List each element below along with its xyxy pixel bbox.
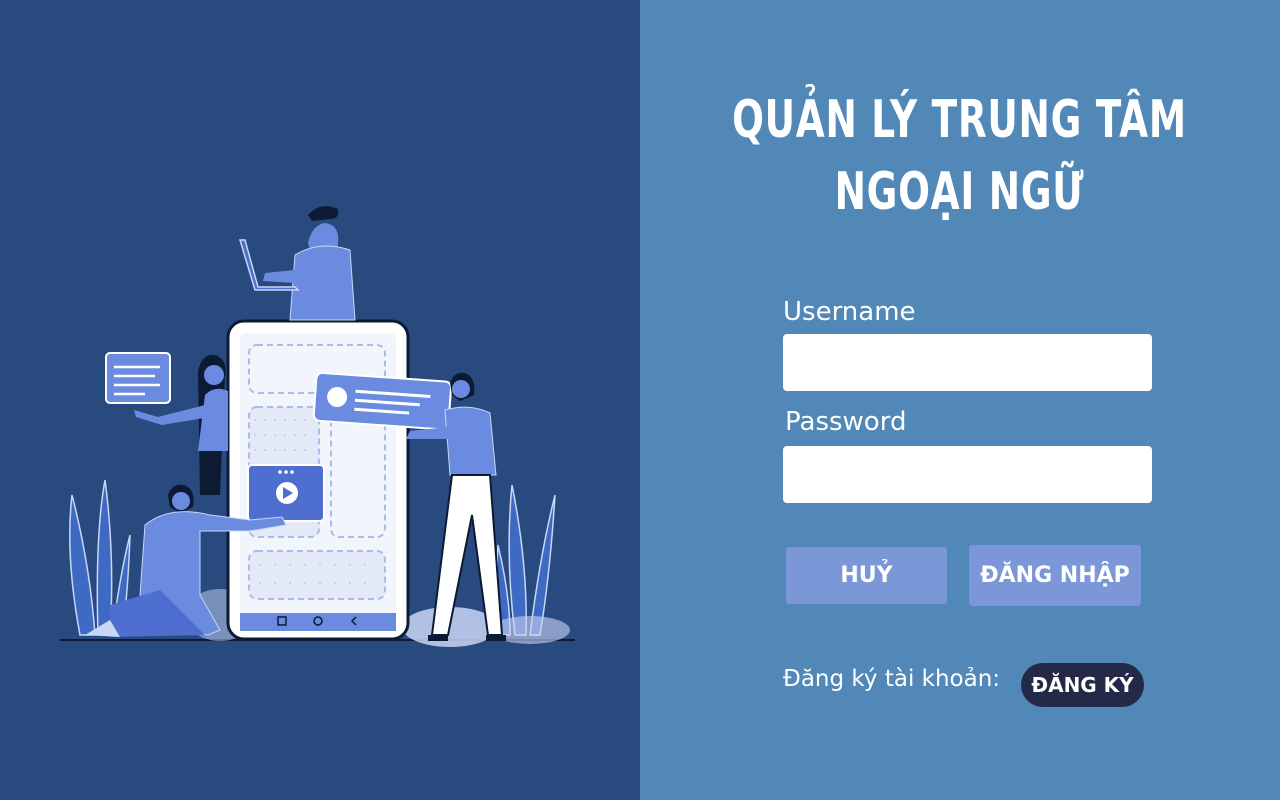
password-label: Password [785,407,907,437]
title-line-1: QUẢN LÝ TRUNG TÂM [732,90,1187,150]
page-title: QUẢN LÝ TRUNG TÂM NGOẠI NGỮ [729,84,1190,228]
illustration-panel [0,0,640,800]
password-input[interactable] [783,446,1152,503]
text-card [105,352,171,404]
login-button[interactable]: ĐĂNG NHẬP [969,545,1141,606]
register-button[interactable]: ĐĂNG KÝ [1021,663,1144,707]
video-card [247,464,325,522]
cancel-button[interactable]: HUỶ [786,547,947,604]
title-line-2: NGOẠI NGỮ [834,162,1085,222]
person-top [238,206,356,321]
login-panel: QUẢN LÝ TRUNG TÂM NGOẠI NGỮ Username Pas… [640,0,1280,800]
username-input[interactable] [783,334,1152,391]
chat-card [312,371,453,431]
team-mobile-illustration [60,206,575,647]
plant-right [496,484,556,636]
register-prompt: Đăng ký tài khoản: [783,666,1001,692]
username-label: Username [783,297,916,327]
